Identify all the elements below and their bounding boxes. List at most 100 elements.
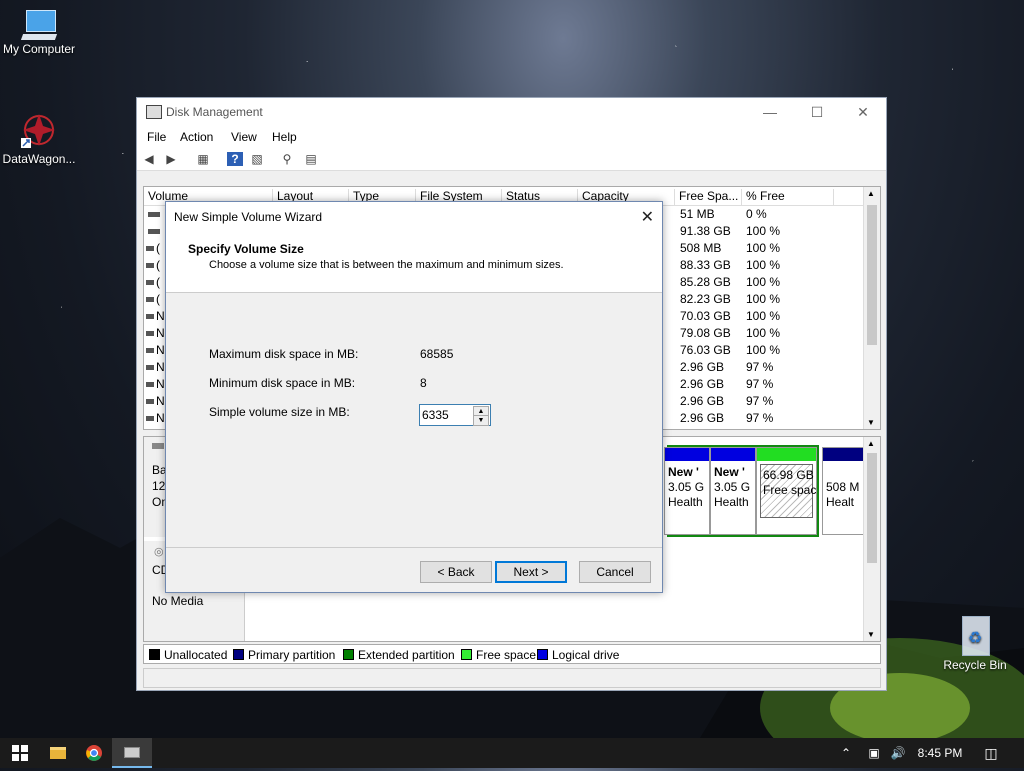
clock[interactable]: 8:45 PM xyxy=(912,738,968,768)
volume-icon[interactable]: 🔊 xyxy=(886,738,910,768)
legend-swatch-extended xyxy=(343,649,354,660)
connect-icon[interactable]: ⚲ xyxy=(279,152,295,166)
free-space-cell: 2.96 GB xyxy=(680,360,725,374)
toolbar: ◀ ▶ ▦ ? ▧ ⚲ ▤ xyxy=(137,148,886,171)
next-button[interactable]: Next > xyxy=(495,561,567,583)
scroll-up-icon[interactable]: ▲ xyxy=(867,439,875,448)
status-bar xyxy=(143,668,881,688)
partition-color-bar xyxy=(757,448,816,461)
partition-color-bar xyxy=(665,448,709,461)
scroll-down-icon[interactable]: ▼ xyxy=(867,630,875,639)
maximize-button[interactable]: ☐ xyxy=(794,98,840,126)
desktop-icon-label: Recycle Bin xyxy=(943,658,1007,672)
min-size-label: Minimum disk space in MB: xyxy=(209,376,356,390)
minimize-button[interactable]: — xyxy=(747,98,793,126)
partition-free-space[interactable]: 66.98 GB Free spac xyxy=(756,447,817,535)
computer-icon xyxy=(20,10,58,40)
free-space-cell: 2.96 GB xyxy=(680,394,725,408)
legend-swatch-free-space xyxy=(461,649,472,660)
new-simple-volume-wizard: New Simple Volume Wizard ✕ Specify Volum… xyxy=(165,201,663,593)
volume-name-cell: N xyxy=(156,377,165,391)
desktop-icon-datawagon[interactable]: DataWagon... xyxy=(0,110,81,166)
notifications-icon[interactable]: ◫ xyxy=(976,738,1006,768)
settings-icon[interactable]: ▤ xyxy=(303,152,319,166)
scroll-up-icon[interactable]: ▲ xyxy=(867,189,875,198)
volume-drive-icon xyxy=(146,246,154,251)
free-space-cell: 88.33 GB xyxy=(680,258,731,272)
legend-swatch-logical xyxy=(537,649,548,660)
volume-list-scrollbar[interactable]: ▲ ▼ xyxy=(863,187,880,429)
partition-system-reserved[interactable]: 508 M Healt xyxy=(822,447,866,535)
disk-pane-scrollbar[interactable]: ▲ ▼ xyxy=(863,437,880,641)
scrollbar-thumb[interactable] xyxy=(867,205,877,345)
percent-free-cell: 0 % xyxy=(746,207,767,221)
volume-drive-icon xyxy=(146,331,154,336)
max-size-label: Maximum disk space in MB: xyxy=(209,347,359,361)
scrollbar-thumb[interactable] xyxy=(867,453,877,563)
volume-drive-icon xyxy=(148,212,160,217)
legend-label: Logical drive xyxy=(552,648,620,662)
min-size-value: 8 xyxy=(420,376,427,390)
volume-drive-icon xyxy=(146,365,154,370)
volume-size-stepper[interactable]: ▲ ▼ xyxy=(419,404,491,426)
cancel-button[interactable]: Cancel xyxy=(579,561,651,583)
volume-name-cell: ( xyxy=(156,275,160,289)
partition-legend: Unallocated Primary partition Extended p… xyxy=(143,644,881,664)
column-percent-free[interactable]: % Free xyxy=(741,189,785,205)
volume-name-cell: N xyxy=(156,326,165,340)
volume-size-label: Simple volume size in MB: xyxy=(209,405,350,419)
start-icon[interactable] xyxy=(0,738,40,768)
back-arrow-icon[interactable]: ◀ xyxy=(141,152,157,166)
help-icon[interactable]: ? xyxy=(227,152,243,166)
menu-view[interactable]: View xyxy=(231,130,257,144)
file-explorer-icon[interactable] xyxy=(38,738,78,768)
percent-free-cell: 100 % xyxy=(746,343,781,357)
free-space-cell: 70.03 GB xyxy=(680,309,731,323)
partition-color-bar xyxy=(711,448,755,461)
volume-name-cell: ( xyxy=(156,258,160,272)
menu-help[interactable]: Help xyxy=(272,130,297,144)
close-button[interactable]: ✕ xyxy=(840,98,886,126)
partition-status: Free spac xyxy=(763,483,817,497)
menu-action[interactable]: Action xyxy=(180,130,213,144)
wizard-subheading: Choose a volume size that is between the… xyxy=(209,259,564,271)
percent-free-cell: 100 % xyxy=(746,258,781,272)
percent-free-cell: 100 % xyxy=(746,326,781,340)
disk-management-icon[interactable] xyxy=(112,738,152,768)
desktop-icon-label: DataWagon... xyxy=(2,152,76,166)
properties-icon[interactable]: ▦ xyxy=(195,152,211,166)
window-titlebar[interactable]: Disk Management — ☐ ✕ xyxy=(137,98,886,126)
free-space-cell: 51 MB xyxy=(680,207,715,221)
wizard-titlebar[interactable]: New Simple Volume Wizard ✕ xyxy=(166,202,662,232)
menu-file[interactable]: File xyxy=(147,130,166,144)
volume-drive-icon xyxy=(146,348,154,353)
partition-new-volume-2[interactable]: New ' 3.05 G Health xyxy=(710,447,756,535)
volume-size-input[interactable] xyxy=(420,405,474,425)
free-space-cell: 85.28 GB xyxy=(680,275,731,289)
partition-name: New ' xyxy=(714,465,745,479)
cd-drive-icon: ◎ xyxy=(154,546,164,558)
volume-name-cell: ( xyxy=(156,292,160,306)
scroll-down-icon[interactable]: ▼ xyxy=(867,418,875,427)
desktop-icon-recycle-bin[interactable]: ♻ Recycle Bin xyxy=(933,614,1017,672)
chrome-icon[interactable] xyxy=(74,738,114,768)
chevron-up-icon[interactable]: ⌃ xyxy=(834,738,858,768)
console-icon[interactable]: ▧ xyxy=(249,152,265,166)
percent-free-cell: 100 % xyxy=(746,241,781,255)
legend-swatch-unallocated xyxy=(149,649,160,660)
partition-new-volume-1[interactable]: New ' 3.05 G Health xyxy=(664,447,710,535)
taskbar: ⌃ ▣ 🔊 8:45 PM ◫ xyxy=(0,738,1024,768)
wizard-close-icon[interactable]: ✕ xyxy=(641,207,654,227)
free-space-cell: 508 MB xyxy=(680,241,722,255)
percent-free-cell: 97 % xyxy=(746,394,774,408)
free-space-cell: 2.96 GB xyxy=(680,377,725,391)
recycle-bin-icon: ♻ xyxy=(958,614,992,656)
desktop-icon-my-computer[interactable]: My Computer xyxy=(0,10,81,56)
column-free-space[interactable]: Free Spa... xyxy=(674,189,738,205)
volume-drive-icon xyxy=(146,314,154,319)
forward-arrow-icon[interactable]: ▶ xyxy=(163,152,179,166)
stepper-down-icon[interactable]: ▼ xyxy=(473,415,489,426)
network-icon[interactable]: ▣ xyxy=(862,738,886,768)
cd-drive-status: No Media xyxy=(152,594,204,608)
back-button[interactable]: < Back xyxy=(420,561,492,583)
